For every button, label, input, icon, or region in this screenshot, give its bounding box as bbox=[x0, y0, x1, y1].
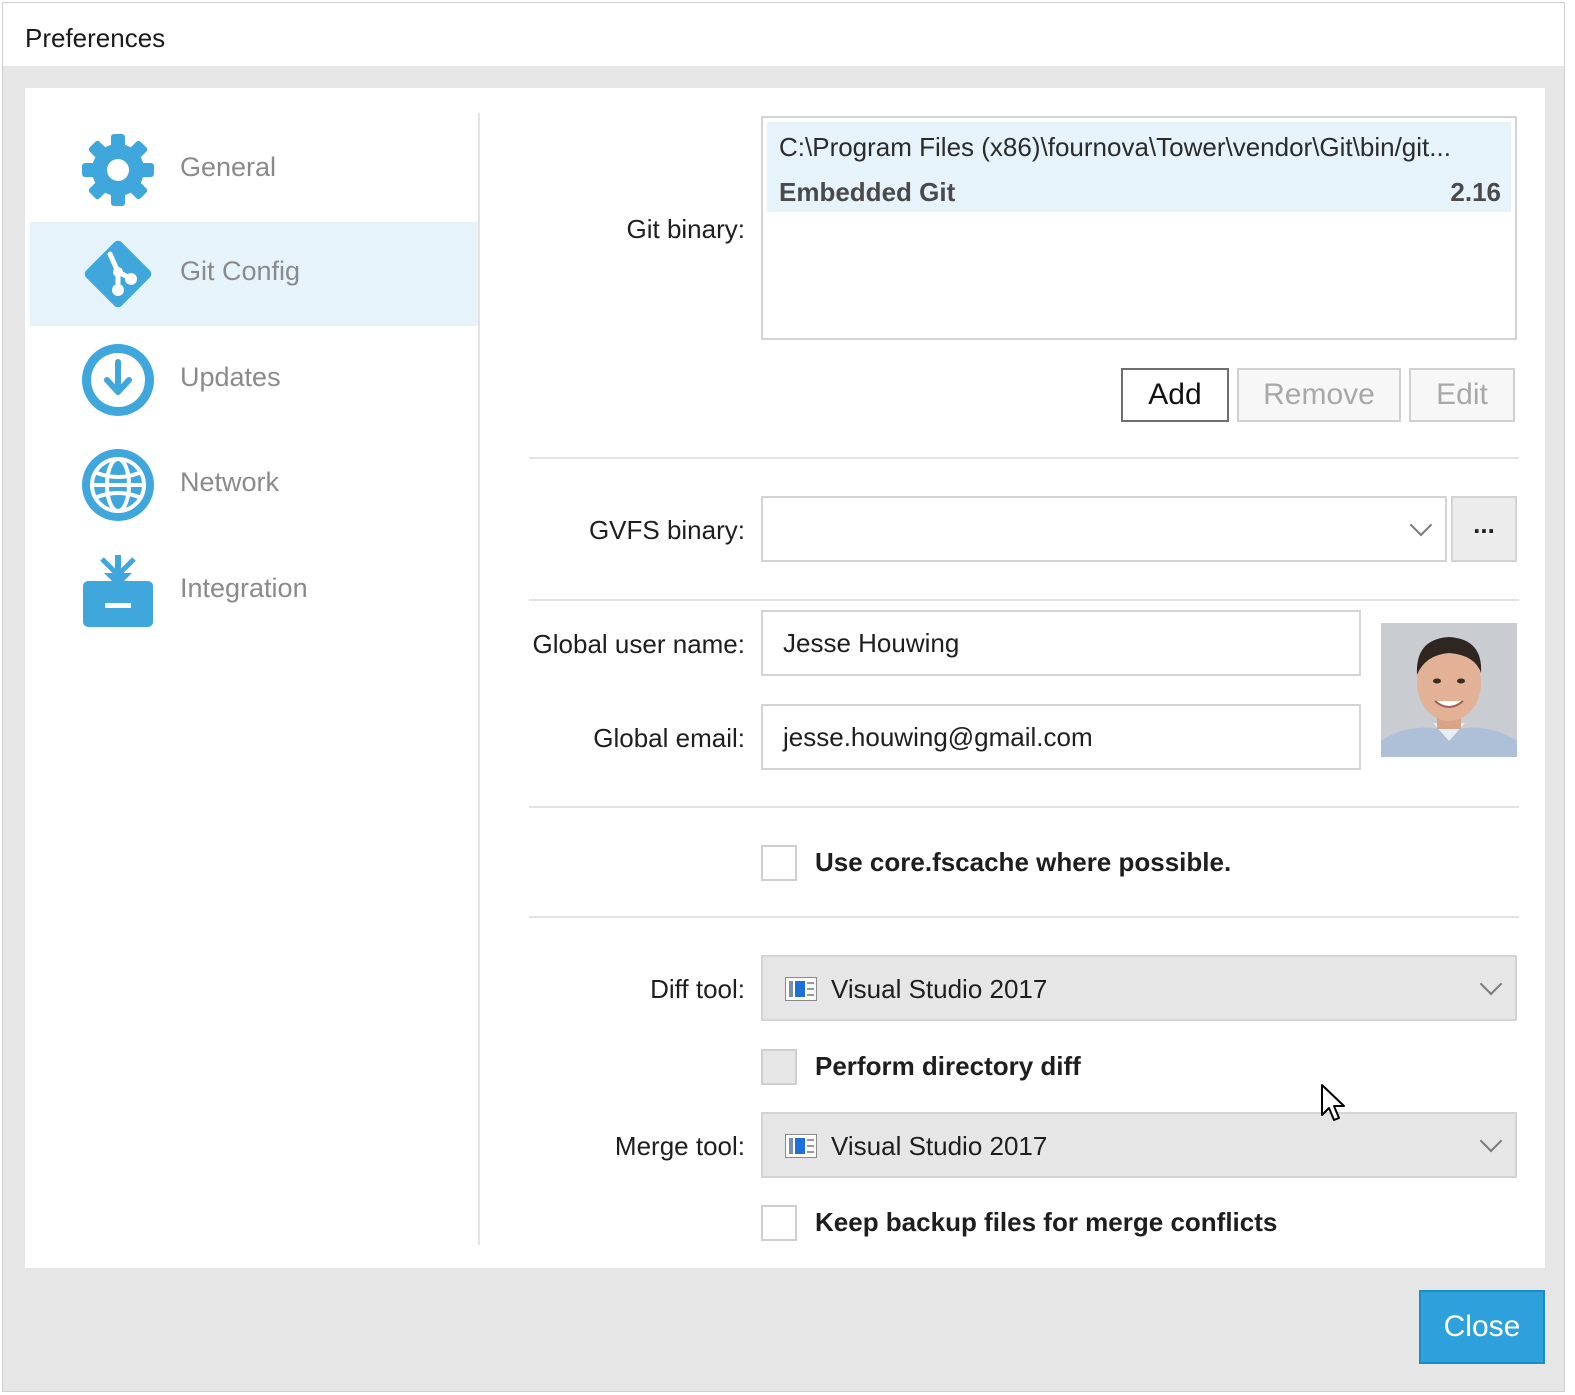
visual-studio-icon bbox=[785, 1134, 817, 1158]
remove-button[interactable]: Remove bbox=[1237, 368, 1401, 422]
edit-button[interactable]: Edit bbox=[1409, 368, 1515, 422]
git-binary-label: Git binary: bbox=[626, 214, 746, 244]
sidebar-item-git-config[interactable]: Git Config bbox=[30, 222, 478, 326]
keep-backup-label: Keep backup files for merge conflicts bbox=[815, 1207, 1278, 1237]
title-bar: Preferences bbox=[3, 3, 1564, 66]
gvfs-binary-label: GVFS binary: bbox=[588, 515, 745, 545]
preferences-window: Preferences General Git Config Updates N… bbox=[2, 2, 1565, 1392]
merge-tool-select[interactable]: Visual Studio 2017 bbox=[761, 1112, 1517, 1178]
git-binary-list[interactable]: C:\Program Files (x86)\fournova\Tower\ve… bbox=[761, 116, 1517, 340]
git-binary-version: 2.16 bbox=[1450, 177, 1501, 207]
integration-icon bbox=[83, 555, 153, 627]
gvfs-binary-select[interactable] bbox=[761, 496, 1447, 562]
sidebar-item-label: Network bbox=[180, 467, 280, 497]
mouse-cursor-icon bbox=[1321, 1084, 1345, 1121]
avatar bbox=[1381, 623, 1517, 757]
sidebar-item-label: General bbox=[180, 152, 277, 182]
diff-tool-select[interactable]: Visual Studio 2017 bbox=[761, 955, 1517, 1021]
preferences-panel: General Git Config Updates Network Integ… bbox=[25, 88, 1545, 1268]
divider bbox=[529, 599, 1519, 601]
chevron-down-icon bbox=[1409, 513, 1433, 537]
sidebar-item-label: Git Config bbox=[180, 256, 301, 286]
keep-backup-checkbox[interactable] bbox=[761, 1205, 797, 1241]
gear-icon bbox=[82, 134, 154, 206]
git-icon bbox=[84, 240, 152, 308]
sidebar-item-label: Updates bbox=[180, 362, 281, 392]
global-email-label: Global email: bbox=[593, 723, 745, 753]
git-binary-name: Embedded Git bbox=[779, 177, 956, 207]
git-binary-path: C:\Program Files (x86)\fournova\Tower\ve… bbox=[779, 132, 1451, 162]
fscache-checkbox[interactable] bbox=[761, 845, 797, 881]
sidebar-item-label: Integration bbox=[180, 573, 308, 603]
merge-tool-label: Merge tool: bbox=[614, 1131, 745, 1161]
close-button[interactable]: Close bbox=[1419, 1290, 1545, 1364]
directory-diff-checkbox[interactable] bbox=[761, 1049, 797, 1085]
visual-studio-icon bbox=[785, 977, 817, 1001]
divider bbox=[529, 916, 1519, 918]
divider bbox=[529, 806, 1519, 808]
diff-tool-label: Diff tool: bbox=[650, 974, 745, 1004]
global-email-input[interactable]: jesse.houwing@gmail.com bbox=[761, 704, 1361, 770]
chevron-down-icon bbox=[1479, 972, 1503, 996]
globe-icon bbox=[82, 449, 154, 521]
sidebar-item-network[interactable]: Network bbox=[30, 433, 478, 537]
global-user-name-input[interactable]: Jesse Houwing bbox=[761, 610, 1361, 676]
git-binary-entry[interactable]: C:\Program Files (x86)\fournova\Tower\ve… bbox=[767, 122, 1511, 212]
sidebar-divider bbox=[478, 113, 480, 1245]
sidebar-item-integration[interactable]: Integration bbox=[30, 539, 478, 643]
sidebar-item-updates[interactable]: Updates bbox=[30, 328, 478, 432]
merge-tool-value: Visual Studio 2017 bbox=[831, 1131, 1048, 1161]
fscache-label: Use core.fscache where possible. bbox=[815, 847, 1232, 877]
gvfs-browse-button[interactable]: ... bbox=[1451, 496, 1517, 562]
divider bbox=[529, 457, 1519, 459]
directory-diff-label: Perform directory diff bbox=[815, 1051, 1081, 1081]
chevron-down-icon bbox=[1479, 1129, 1503, 1153]
window-title: Preferences bbox=[25, 23, 166, 53]
add-button[interactable]: Add bbox=[1121, 368, 1229, 422]
sidebar-item-general[interactable]: General bbox=[30, 118, 478, 222]
download-icon bbox=[82, 344, 154, 416]
diff-tool-value: Visual Studio 2017 bbox=[831, 974, 1048, 1004]
global-user-name-label: Global user name: bbox=[532, 629, 745, 659]
sidebar: General Git Config Updates Network Integ… bbox=[25, 88, 480, 1248]
